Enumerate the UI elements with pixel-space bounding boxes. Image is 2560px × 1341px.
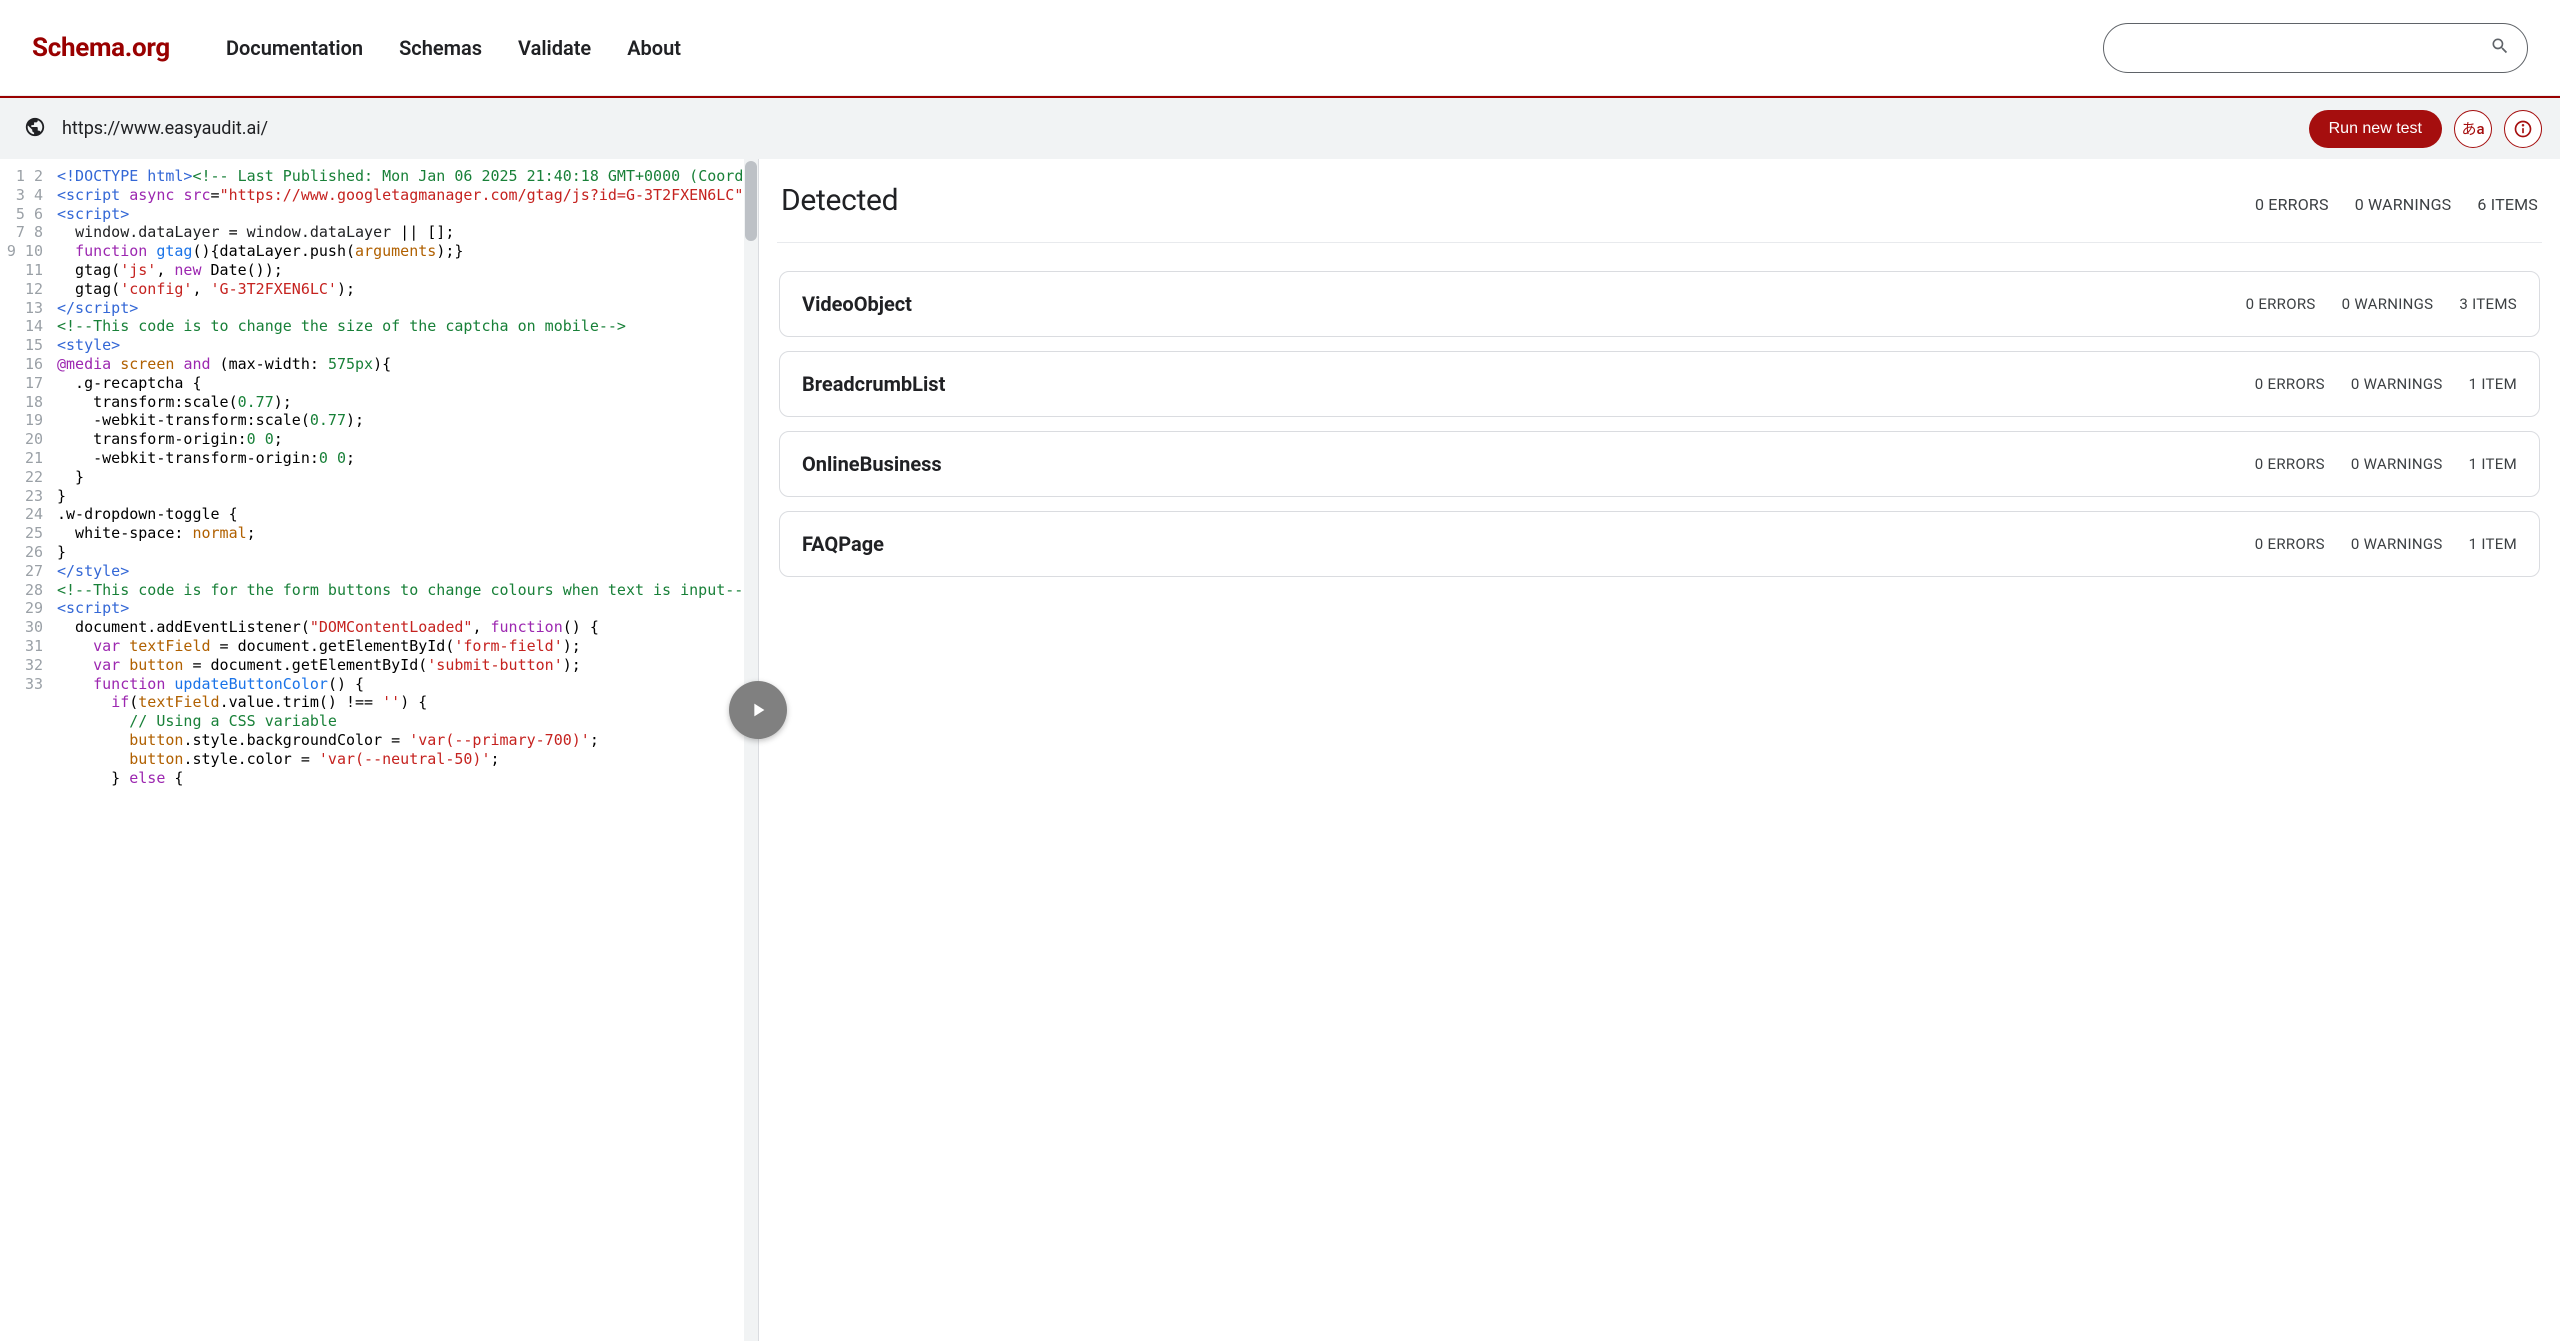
results-title: Detected	[781, 183, 898, 218]
card-warnings: 0 WARNINGS	[2351, 455, 2443, 473]
nav-documentation[interactable]: Documentation	[226, 36, 363, 60]
card-title: OnlineBusiness	[802, 452, 942, 476]
summary-errors: 0 ERRORS	[2255, 195, 2329, 214]
scrollbar-track[interactable]	[744, 159, 758, 1341]
run-new-test-button[interactable]: Run new test	[2309, 110, 2442, 148]
card-warnings: 0 WARNINGS	[2351, 535, 2443, 553]
logo[interactable]: Schema.org	[32, 33, 170, 63]
result-card[interactable]: VideoObject 0 ERRORS 0 WARNINGS 3 ITEMS	[779, 271, 2540, 337]
line-gutter: 1 2 3 4 5 6 7 8 9 10 11 12 13 14 15 16 1…	[0, 159, 53, 693]
card-items: 3 ITEMS	[2459, 295, 2517, 313]
card-warnings: 0 WARNINGS	[2351, 375, 2443, 393]
url-display: https://www.easyaudit.ai/	[62, 118, 268, 139]
nav: Documentation Schemas Validate About	[226, 36, 681, 60]
scrollbar-thumb[interactable]	[745, 161, 757, 241]
nav-schemas[interactable]: Schemas	[399, 36, 482, 60]
search-input[interactable]	[2103, 23, 2528, 73]
result-card[interactable]: FAQPage 0 ERRORS 0 WARNINGS 1 ITEM	[779, 511, 2540, 577]
summary-warnings: 0 WARNINGS	[2355, 195, 2452, 214]
search-wrap	[2103, 23, 2528, 73]
card-warnings: 0 WARNINGS	[2342, 295, 2434, 313]
result-card[interactable]: BreadcrumbList 0 ERRORS 0 WARNINGS 1 ITEM	[779, 351, 2540, 417]
card-errors: 0 ERRORS	[2255, 535, 2325, 553]
language-button[interactable]: あa	[2454, 110, 2492, 148]
info-button[interactable]	[2504, 110, 2542, 148]
card-items: 1 ITEM	[2469, 455, 2517, 473]
results-header: Detected 0 ERRORS 0 WARNINGS 6 ITEMS	[777, 183, 2542, 243]
nav-about[interactable]: About	[627, 36, 681, 60]
card-title: FAQPage	[802, 532, 884, 556]
card-items: 1 ITEM	[2469, 375, 2517, 393]
card-errors: 0 ERRORS	[2255, 455, 2325, 473]
search-icon[interactable]	[2490, 36, 2510, 60]
main: 1 2 3 4 5 6 7 8 9 10 11 12 13 14 15 16 1…	[0, 159, 2560, 1341]
result-card[interactable]: OnlineBusiness 0 ERRORS 0 WARNINGS 1 ITEM	[779, 431, 2540, 497]
globe-icon	[18, 110, 52, 148]
play-button[interactable]	[729, 681, 787, 739]
code-panel: 1 2 3 4 5 6 7 8 9 10 11 12 13 14 15 16 1…	[0, 159, 759, 1341]
card-errors: 0 ERRORS	[2246, 295, 2316, 313]
results-panel: Detected 0 ERRORS 0 WARNINGS 6 ITEMS Vid…	[759, 159, 2560, 1341]
card-errors: 0 ERRORS	[2255, 375, 2325, 393]
card-items: 1 ITEM	[2469, 535, 2517, 553]
card-title: VideoObject	[802, 292, 912, 316]
toolbar: https://www.easyaudit.ai/ Run new test あ…	[0, 96, 2560, 159]
code-view[interactable]: <!DOCTYPE html><!-- Last Published: Mon …	[53, 159, 758, 787]
summary-items: 6 ITEMS	[2477, 195, 2538, 214]
nav-validate[interactable]: Validate	[518, 36, 591, 60]
card-title: BreadcrumbList	[802, 372, 945, 396]
header: Schema.org Documentation Schemas Validat…	[0, 0, 2560, 96]
